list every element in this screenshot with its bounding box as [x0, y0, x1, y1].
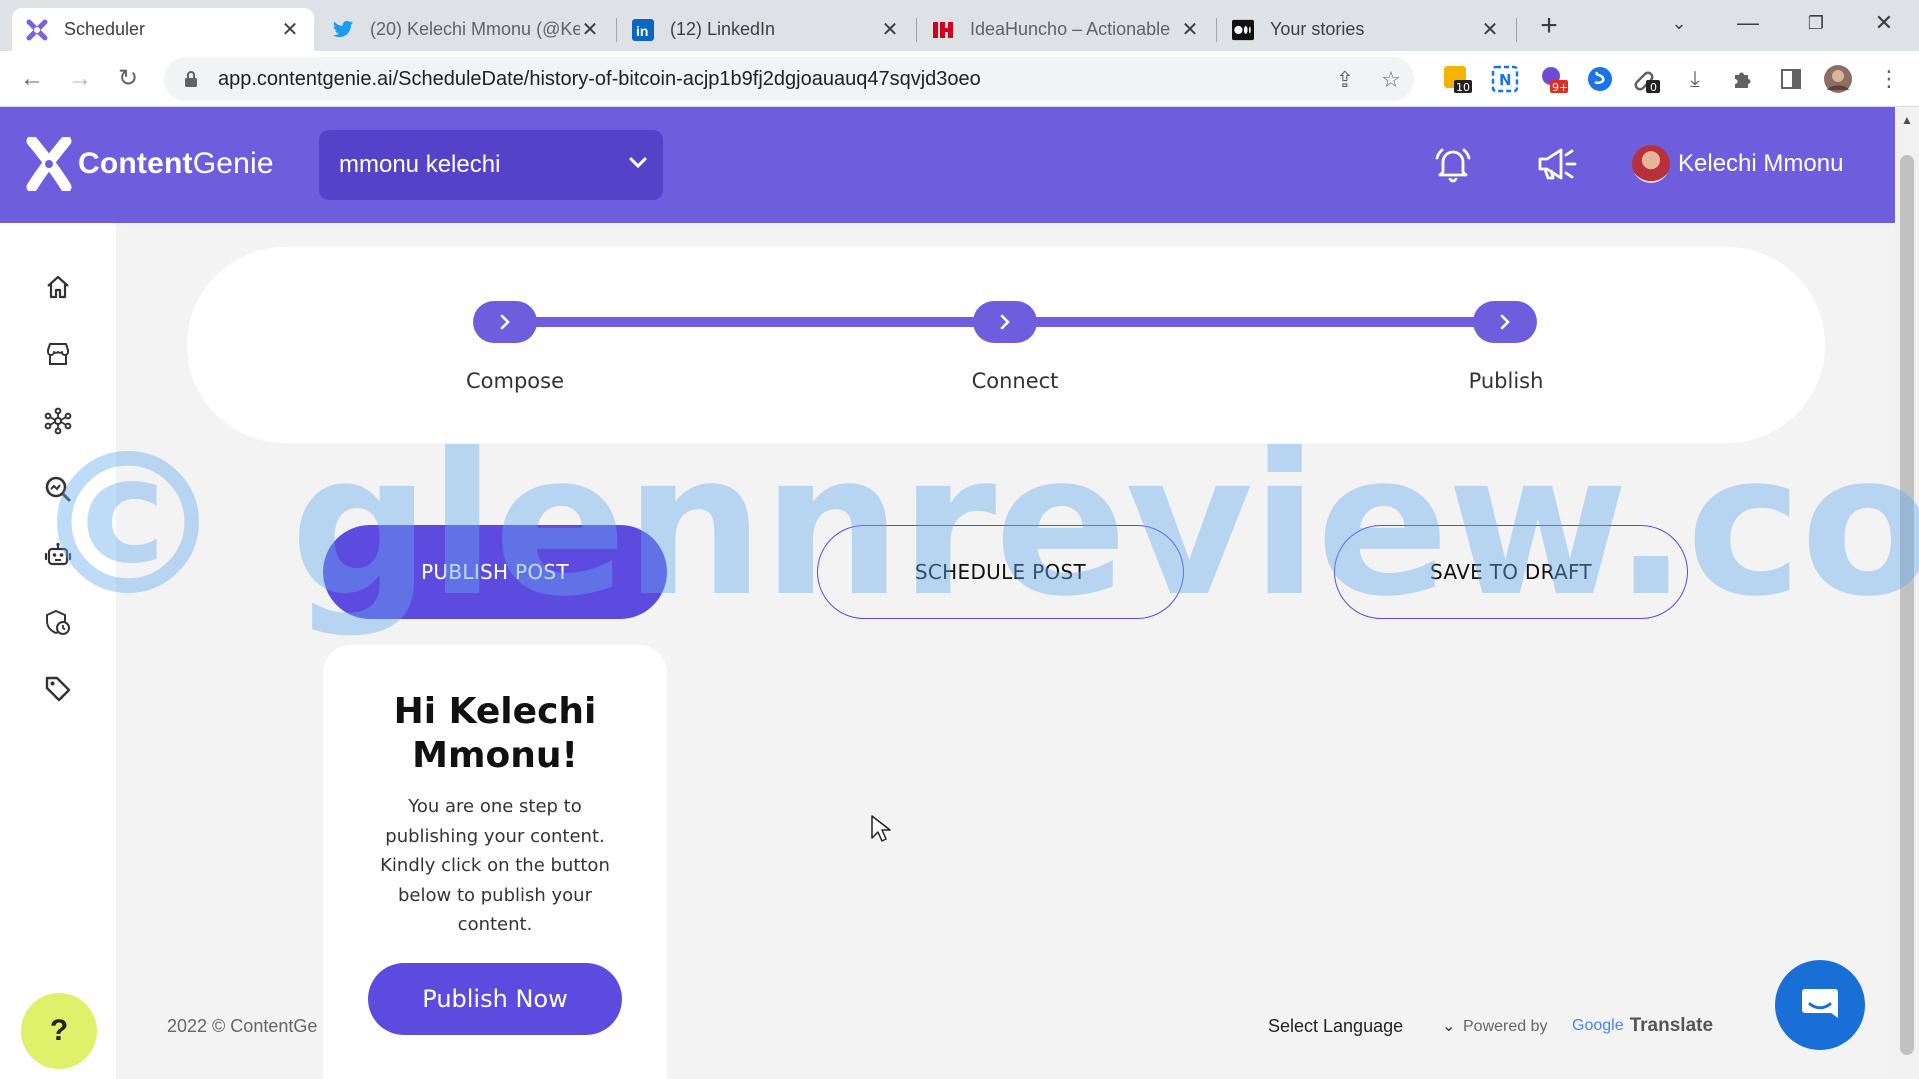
- medium-favicon: [1232, 19, 1254, 41]
- page-scrollbar[interactable]: ▲: [1895, 107, 1919, 1079]
- translate-label: Translate: [1629, 1015, 1714, 1036]
- sidebar-store-icon[interactable]: [40, 336, 76, 372]
- chevron-down-icon: [613, 156, 663, 174]
- tab-your-stories[interactable]: Your stories ✕: [1218, 8, 1514, 51]
- greeting-title: Hi Kelechi Mmonu!: [393, 691, 597, 776]
- tab-title: (12) LinkedIn: [670, 19, 776, 39]
- publish-post-button[interactable]: PUBLISH POST: [323, 525, 667, 619]
- sidebar-tag-icon[interactable]: [40, 671, 76, 707]
- tab-linkedin[interactable]: in (12) LinkedIn ✕: [618, 8, 914, 51]
- close-window-icon[interactable]: ✕: [1864, 6, 1904, 40]
- extension-n-icon[interactable]: N: [1490, 64, 1520, 94]
- workspace-select[interactable]: mmonu kelechi: [319, 130, 663, 200]
- lock-icon[interactable]: [184, 70, 200, 88]
- contentgenie-logo[interactable]: ContentGenie: [26, 137, 274, 191]
- tab-close-icon[interactable]: ✕: [880, 17, 900, 42]
- svg-text:10: 10: [1456, 81, 1470, 94]
- back-arrow-icon[interactable]: ←: [16, 63, 48, 95]
- new-tab-plus-icon[interactable]: +: [1532, 10, 1566, 44]
- twitter-favicon: [332, 19, 354, 41]
- extension-1-icon[interactable]: 10: [1442, 64, 1472, 94]
- tab-close-icon[interactable]: ✕: [280, 17, 300, 42]
- extension-link-icon[interactable]: 0: [1632, 64, 1662, 94]
- tab-title: Your stories: [1270, 19, 1365, 39]
- tab-search-chevron-icon[interactable]: ⌄: [1659, 6, 1699, 40]
- share-icon[interactable]: ⇪: [1332, 67, 1358, 93]
- tab-scheduler[interactable]: Scheduler ✕: [12, 8, 314, 51]
- browser-tab-bar: Scheduler ✕ (20) Kelechi Mmonu (@Ke ✕ in…: [0, 0, 1919, 51]
- extension-4-icon[interactable]: [1585, 64, 1615, 94]
- sidebar-network-icon[interactable]: [40, 403, 76, 439]
- workspace-name: mmonu kelechi: [339, 151, 501, 178]
- svg-text:N: N: [1499, 71, 1512, 89]
- chevron-down-icon[interactable]: ⌄: [1442, 1016, 1455, 1036]
- url-text[interactable]: app.contentgenie.ai/ScheduleDate/history…: [218, 68, 981, 91]
- sidebar-shield-clock-icon[interactable]: [40, 605, 76, 641]
- greeting-message: You are one step to publishing your cont…: [380, 796, 610, 935]
- google-translate-logo[interactable]: Google Translate: [1572, 1015, 1713, 1037]
- tab-close-icon[interactable]: ✕: [1180, 17, 1200, 42]
- step-label-publish: Publish: [1468, 369, 1544, 393]
- powered-by-label: Powered by: [1463, 1018, 1548, 1035]
- tab-title: (20) Kelechi Mmonu (@Ke: [370, 19, 580, 39]
- bookmark-star-icon[interactable]: ☆: [1378, 67, 1404, 93]
- schedule-post-button[interactable]: SCHEDULE POST: [817, 525, 1184, 619]
- reload-icon[interactable]: ↻: [112, 63, 144, 95]
- svg-text:in: in: [636, 23, 648, 39]
- address-toolbar: ← → ↻ app.contentgenie.ai/ScheduleDate/h…: [0, 51, 1919, 107]
- logo-text: ContentGenie: [78, 147, 274, 180]
- scrollbar-thumb[interactable]: [1900, 155, 1914, 1055]
- sidebar-robot-icon[interactable]: [40, 537, 76, 573]
- contentgenie-favicon: [26, 19, 48, 41]
- tab-title: IdeaHuncho – Actionable: [970, 19, 1171, 39]
- tab-ideahuncho[interactable]: IdeaHuncho – Actionable ✕: [918, 8, 1214, 51]
- contentgenie-logo-icon: [26, 137, 72, 191]
- step-connect-chevron-icon[interactable]: [973, 301, 1037, 343]
- user-name: Kelechi Mmonu: [1678, 150, 1844, 177]
- mouse-cursor-icon: [870, 814, 892, 849]
- profile-avatar-icon[interactable]: [1823, 64, 1853, 94]
- scroll-up-arrow-icon[interactable]: ▲: [1901, 113, 1913, 127]
- publish-prompt-card: Hi Kelechi Mmonu! You are one step to pu…: [323, 645, 667, 1079]
- linkedin-favicon: in: [632, 18, 654, 41]
- tab-twitter[interactable]: (20) Kelechi Mmonu (@Ke ✕: [318, 8, 614, 51]
- google-logo: Google: [1572, 1017, 1624, 1034]
- notification-bell-icon[interactable]: [1432, 143, 1474, 185]
- url-omnibox[interactable]: app.contentgenie.ai/ScheduleDate/history…: [164, 57, 1414, 101]
- svg-text:0: 0: [1650, 81, 1657, 94]
- user-menu[interactable]: Kelechi Mmonu: [1632, 145, 1843, 183]
- minimize-icon[interactable]: —: [1728, 6, 1768, 40]
- step-compose-chevron-icon[interactable]: [473, 301, 537, 343]
- sidebar-search-analytics-icon[interactable]: [40, 471, 76, 507]
- extensions-puzzle-icon[interactable]: [1728, 64, 1758, 94]
- svg-text:9+: 9+: [1552, 81, 1568, 94]
- megaphone-icon[interactable]: [1536, 143, 1578, 185]
- app-header: ContentGenie mmonu kelechi Kelechi Mmonu: [0, 107, 1895, 223]
- sidebar-home-icon[interactable]: [40, 269, 76, 305]
- extension-3-icon[interactable]: 9+: [1538, 64, 1568, 94]
- copyright-text: 2022 © ContentGe: [167, 1016, 318, 1036]
- step-publish-chevron-icon[interactable]: [1473, 301, 1537, 343]
- tab-close-icon[interactable]: ✕: [1480, 17, 1500, 42]
- stepper-card: [187, 247, 1825, 443]
- select-language-dropdown[interactable]: Select Language: [1268, 1016, 1403, 1037]
- help-button[interactable]: ?: [21, 993, 97, 1069]
- ideahuncho-favicon: [932, 19, 954, 41]
- save-to-draft-button[interactable]: SAVE TO DRAFT: [1334, 525, 1688, 619]
- tab-close-icon[interactable]: ✕: [580, 17, 600, 42]
- tab-title: Scheduler: [64, 19, 146, 39]
- restore-window-icon[interactable]: ❐: [1796, 6, 1836, 40]
- download-icon[interactable]: ⤓: [1680, 64, 1710, 94]
- sidebar: [0, 223, 116, 1079]
- avatar: [1632, 145, 1670, 183]
- forward-arrow-icon[interactable]: →: [64, 63, 96, 95]
- chat-launcher-icon[interactable]: [1775, 960, 1865, 1050]
- step-label-connect: Connect: [971, 369, 1059, 393]
- browser-menu-kebab-icon[interactable]: ⋮: [1874, 64, 1904, 94]
- step-label-compose: Compose: [465, 369, 564, 393]
- publish-now-button[interactable]: Publish Now: [368, 963, 622, 1035]
- side-panel-icon[interactable]: [1776, 64, 1806, 94]
